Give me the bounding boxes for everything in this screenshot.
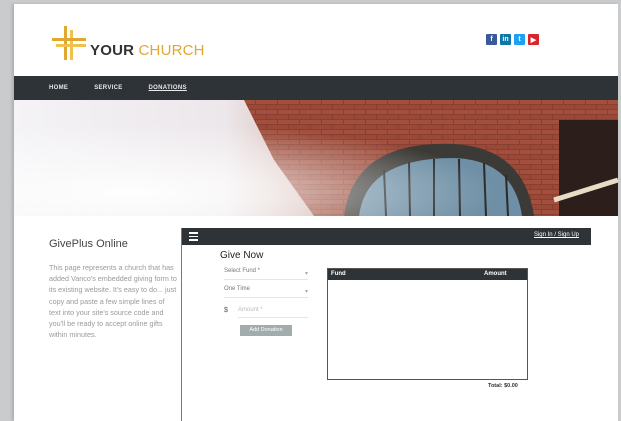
main-nav: HOME SERVICE DONATIONS xyxy=(14,76,618,100)
chevron-down-icon: ▾ xyxy=(304,289,308,295)
currency-symbol: $ xyxy=(224,307,228,314)
site-header: YOUR CHURCH f in t ▶ xyxy=(14,4,618,76)
nav-item-donations[interactable]: DONATIONS xyxy=(149,85,187,91)
hamburger-menu-icon[interactable] xyxy=(189,232,198,243)
table-header: Fund Amount xyxy=(328,269,527,280)
main-content: GivePlus Online This page represents a c… xyxy=(14,216,618,421)
widget-toolbar: Sign In / Sign Up xyxy=(182,228,591,245)
logo-word-your: YOUR xyxy=(90,42,135,59)
church-banner-image xyxy=(14,100,618,216)
twitter-icon[interactable]: t xyxy=(514,34,525,45)
nav-item-service[interactable]: SERVICE xyxy=(94,85,122,91)
giving-widget: Sign In / Sign Up Give Now Select Fund *… xyxy=(181,228,591,421)
amount-input[interactable]: Amount * xyxy=(238,307,308,318)
page: YOUR CHURCH f in t ▶ HOME SERVICE DONATI… xyxy=(14,4,618,421)
frequency-value: One Time xyxy=(224,286,251,292)
add-donation-button[interactable]: Add Donation xyxy=(240,325,292,336)
nav-item-home[interactable]: HOME xyxy=(49,85,68,91)
banner-illustration xyxy=(14,100,618,216)
church-cross-logo[interactable] xyxy=(50,24,90,64)
youtube-icon[interactable]: ▶ xyxy=(528,34,539,45)
site-logo-text[interactable]: YOUR CHURCH xyxy=(90,42,205,59)
donation-table: Fund Amount xyxy=(327,268,528,380)
linkedin-icon[interactable]: in xyxy=(500,34,511,45)
logo-word-church: CHURCH xyxy=(134,42,205,59)
frequency-select[interactable]: One Time ▾ xyxy=(224,286,308,298)
column-fund: Fund xyxy=(331,271,346,277)
chevron-down-icon: ▾ xyxy=(304,271,308,277)
facebook-icon[interactable]: f xyxy=(486,34,497,45)
page-title: GivePlus Online xyxy=(49,238,128,250)
fund-select[interactable]: Select Fund * ▾ xyxy=(224,268,308,280)
fund-select-placeholder: Select Fund * xyxy=(224,268,261,274)
sign-in-link[interactable]: Sign In / Sign Up xyxy=(534,232,579,238)
give-now-heading: Give Now xyxy=(220,250,264,261)
total-amount: Total: $0.00 xyxy=(488,383,518,389)
intro-paragraph: This page represents a church that has a… xyxy=(49,263,177,340)
social-links: f in t ▶ xyxy=(486,34,539,45)
column-amount: Amount xyxy=(484,271,507,277)
